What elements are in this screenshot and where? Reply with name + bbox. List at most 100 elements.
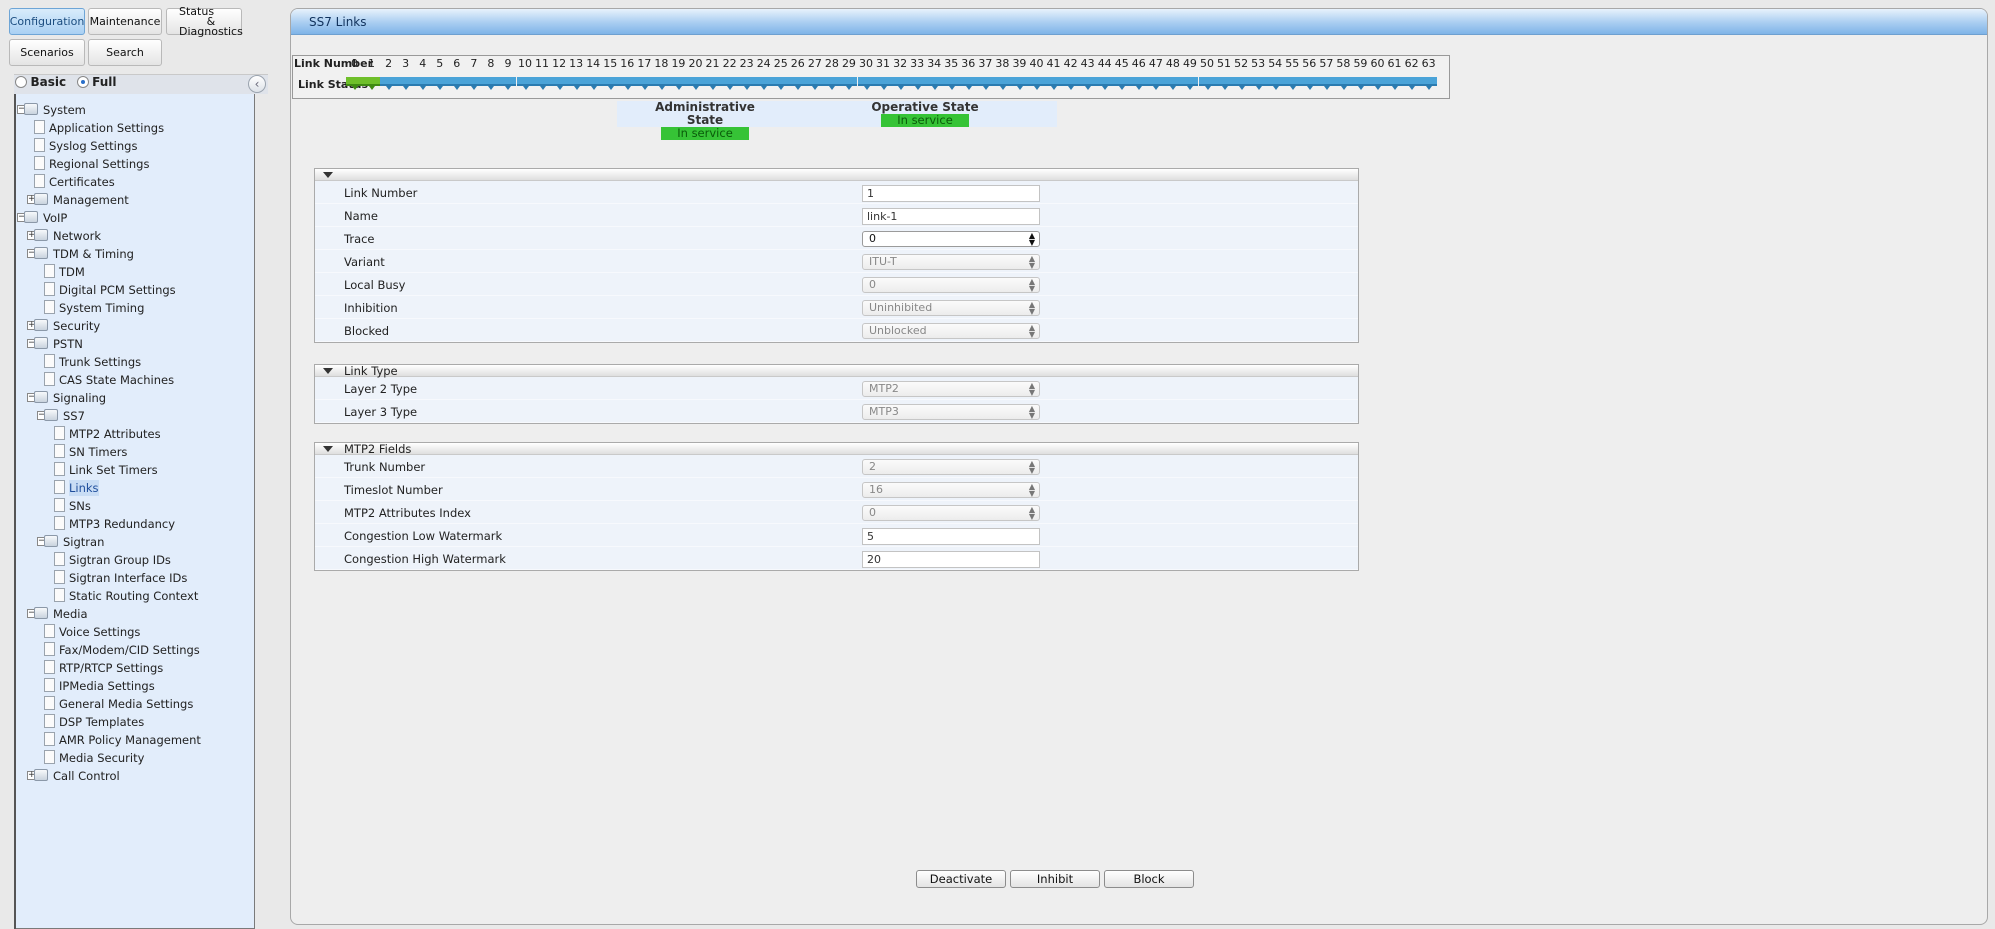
link-status-36[interactable] [959, 77, 977, 90]
section-header-general[interactable] [315, 169, 1358, 181]
configuration-tab[interactable]: Configuration [9, 8, 85, 35]
link-status-38[interactable] [993, 77, 1011, 90]
collapse-nav-icon[interactable]: ‹ [248, 75, 266, 93]
link-status-62[interactable] [1403, 77, 1421, 90]
collapse-triangle-icon[interactable] [323, 446, 333, 452]
link-status-22[interactable] [721, 77, 739, 90]
tree-item-sigtran[interactable]: − Sigtran [15, 534, 253, 550]
maintenance-tab[interactable]: Maintenance [88, 8, 162, 35]
link-status-32[interactable] [891, 77, 909, 90]
tree-item-static-routing-context[interactable]: Static Routing Context [15, 588, 253, 604]
collapse-triangle-icon[interactable] [323, 172, 333, 178]
link-status-2[interactable] [380, 77, 398, 90]
tree-item-sn-timers[interactable]: SN Timers [15, 444, 253, 460]
link-status-56[interactable] [1300, 77, 1318, 90]
link-status-55[interactable] [1283, 77, 1301, 90]
trace-select[interactable]: 0 ▲ ▼ [862, 231, 1040, 247]
link-status-34[interactable] [925, 77, 943, 90]
tree-item-mtp2-attributes[interactable]: MTP2 Attributes [15, 426, 253, 442]
tree-item-security[interactable]: + Security [15, 318, 253, 334]
link-status-25[interactable] [772, 77, 790, 90]
link-status-37[interactable] [976, 77, 994, 90]
link-status-6[interactable] [448, 77, 466, 90]
congestion-high-watermark-input[interactable]: 20 [862, 551, 1040, 568]
tree-item-general-media-settings[interactable]: General Media Settings [15, 696, 253, 712]
link-status-14[interactable] [584, 77, 602, 90]
link-status-45[interactable] [1113, 77, 1131, 90]
tree-item-ss7[interactable]: − SS7 [15, 408, 253, 424]
link-status-35[interactable] [942, 77, 960, 90]
link-status-9[interactable] [499, 77, 517, 90]
search-tab[interactable]: Search [88, 39, 162, 66]
link-status-53[interactable] [1249, 77, 1267, 90]
link-status-28[interactable] [823, 77, 841, 90]
tree-item-system-timing[interactable]: System Timing [15, 300, 253, 316]
name-input[interactable]: link-1 [862, 208, 1040, 225]
link-status-11[interactable] [533, 77, 551, 90]
link-status-63[interactable] [1420, 77, 1438, 90]
tree-item-digital-pcm-settings[interactable]: Digital PCM Settings [15, 282, 253, 298]
tree-item-ipmedia-settings[interactable]: IPMedia Settings [15, 678, 253, 694]
link-status-40[interactable] [1028, 77, 1045, 90]
link-status-12[interactable] [550, 77, 568, 90]
tree-item-voip[interactable]: − VoIP [15, 210, 253, 226]
link-status-44[interactable] [1096, 77, 1114, 90]
link-status-24[interactable] [755, 77, 773, 90]
link-status-39[interactable] [1010, 77, 1028, 90]
tree-item-media-security[interactable]: Media Security [15, 750, 253, 766]
link-status-18[interactable] [652, 77, 670, 90]
link-status-17[interactable] [635, 77, 653, 90]
link-status-1[interactable] [363, 77, 381, 90]
link-status-59[interactable] [1351, 77, 1369, 90]
link-status-49[interactable] [1181, 77, 1199, 90]
deactivate-button[interactable]: Deactivate [916, 870, 1006, 888]
tree-item-links[interactable]: Links [15, 480, 253, 496]
tree-item-link-set-timers[interactable]: Link Set Timers [15, 462, 253, 478]
tree-item-certificates[interactable]: Certificates [15, 174, 253, 190]
link-status-43[interactable] [1079, 77, 1097, 90]
full-mode-radio[interactable] [76, 76, 89, 88]
tree-item-dsp-templates[interactable]: DSP Templates [15, 714, 253, 730]
tree-item-sigtran-interface-ids[interactable]: Sigtran Interface IDs [15, 570, 253, 586]
section-header-link-type[interactable]: Link Type [315, 365, 1358, 377]
link-status-31[interactable] [874, 77, 892, 90]
link-status-52[interactable] [1232, 77, 1250, 90]
link-status-58[interactable] [1334, 77, 1352, 90]
link-status-10[interactable] [516, 77, 534, 90]
link-status-48[interactable] [1164, 77, 1182, 90]
tree-item-pstn[interactable]: − PSTN [15, 336, 253, 352]
link-status-60[interactable] [1369, 77, 1386, 90]
tree-item-trunk-settings[interactable]: Trunk Settings [15, 354, 253, 370]
link-status-21[interactable] [704, 77, 722, 90]
collapse-triangle-icon[interactable] [323, 368, 333, 374]
link-status-41[interactable] [1045, 77, 1063, 90]
section-header-mtp2-fields[interactable]: MTP2 Fields [315, 443, 1358, 455]
tree-item-application-settings[interactable]: Application Settings [15, 120, 253, 136]
status-diagnostics-tab[interactable]: Status & Diagnostics [166, 6, 243, 37]
link-status-4[interactable] [414, 77, 432, 90]
tree-item-management[interactable]: + Management [15, 192, 253, 208]
tree-item-signaling[interactable]: − Signaling [15, 390, 253, 406]
link-status-3[interactable] [397, 77, 415, 90]
tree-item-sigtran-group-ids[interactable]: Sigtran Group IDs [15, 552, 253, 568]
scenarios-tab[interactable]: Scenarios [9, 39, 85, 66]
tree-item-syslog-settings[interactable]: Syslog Settings [15, 138, 253, 154]
link-status-23[interactable] [738, 77, 756, 90]
link-status-54[interactable] [1266, 77, 1284, 90]
tree-item-tdm-timing[interactable]: − TDM & Timing [15, 246, 253, 262]
link-status-27[interactable] [806, 77, 824, 90]
tree-item-amr-policy-management[interactable]: AMR Policy Management [15, 732, 253, 748]
tree-item-cas-state-machines[interactable]: CAS State Machines [15, 372, 253, 388]
link-status-20[interactable] [687, 77, 704, 90]
link-status-30[interactable] [857, 77, 875, 90]
link-status-47[interactable] [1147, 77, 1165, 90]
link-status-19[interactable] [669, 77, 687, 90]
link-status-5[interactable] [431, 77, 449, 90]
link-status-26[interactable] [789, 77, 807, 90]
tree-item-media[interactable]: − Media [15, 606, 253, 622]
tree-item-call-control[interactable]: + Call Control [15, 768, 253, 784]
link-status-0[interactable] [346, 77, 363, 90]
tree-item-voice-settings[interactable]: Voice Settings [15, 624, 253, 640]
tree-item-regional-settings[interactable]: Regional Settings [15, 156, 253, 172]
link-status-13[interactable] [567, 77, 585, 90]
